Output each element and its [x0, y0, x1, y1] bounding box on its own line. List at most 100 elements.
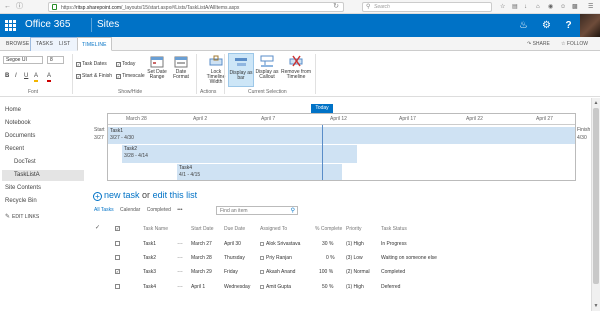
- timescale-checkbox[interactable]: ✓ Timescale: [116, 73, 145, 80]
- page-scrollbar[interactable]: ▲ ▼: [591, 98, 600, 311]
- date-format-button[interactable]: Date Format: [168, 53, 194, 87]
- font-color-button[interactable]: A: [47, 72, 52, 82]
- reload-icon[interactable]: ↻: [333, 3, 339, 11]
- nav-doctest[interactable]: DocTest: [14, 158, 36, 166]
- nav-site-contents[interactable]: Site Contents: [5, 184, 41, 192]
- pocket-icon[interactable]: ◉: [548, 3, 553, 11]
- assigned-to[interactable]: Amit Gupta: [260, 283, 291, 291]
- star-icon[interactable]: ☆: [500, 3, 505, 11]
- nav-notebook[interactable]: Notebook: [5, 119, 31, 127]
- smiley-icon[interactable]: ☺: [560, 3, 566, 11]
- address-bar[interactable]: https://ritsp.sharepoint.com/_layouts/15…: [48, 2, 344, 12]
- more-views-button[interactable]: •••: [177, 207, 182, 213]
- assigned-to[interactable]: Alok Srivastava: [260, 240, 300, 248]
- scroll-up-icon[interactable]: ▲: [592, 99, 600, 107]
- column-percent-complete[interactable]: % Complete: [315, 225, 342, 233]
- callout-display-icon: [260, 55, 274, 67]
- start-date: March 29: [191, 269, 212, 275]
- timeline-task-bar[interactable]: Task4 4/1 - 4/15: [177, 164, 342, 180]
- lock-timeline-width-button[interactable]: Lock Timeline Width: [201, 53, 231, 87]
- highlight-button[interactable]: A: [34, 72, 39, 82]
- row-checkbox[interactable]: [115, 284, 120, 289]
- presence-icon: [260, 241, 264, 246]
- row-menu-ellipsis-icon[interactable]: …: [177, 253, 184, 261]
- group-font-label: Font: [28, 89, 39, 95]
- display-as-callout-button[interactable]: Display as Callout: [254, 53, 280, 87]
- set-date-range-button[interactable]: Set Date Range: [144, 53, 170, 87]
- user-avatar[interactable]: [580, 14, 600, 37]
- home-icon[interactable]: ⌂: [536, 3, 540, 11]
- column-due-date[interactable]: Due Date: [224, 225, 245, 233]
- tab-timeline[interactable]: TIMELINE: [77, 37, 112, 51]
- menu-icon[interactable]: ☰: [588, 3, 593, 11]
- scrollbar-thumb[interactable]: [593, 108, 599, 284]
- new-task-link[interactable]: + new task or edit this list: [93, 190, 197, 201]
- view-all-tasks[interactable]: All Tasks: [94, 207, 114, 213]
- find-item-input[interactable]: [217, 207, 287, 214]
- view-completed[interactable]: Completed: [147, 207, 171, 213]
- italic-button[interactable]: I: [15, 72, 17, 80]
- today-line: [322, 125, 323, 180]
- timeline-task-bar[interactable]: Task1 3/27 - 4/30: [108, 127, 575, 144]
- font-size-select[interactable]: 8: [47, 56, 64, 64]
- timeline-date: April 27: [536, 116, 553, 122]
- nav-recent[interactable]: Recent: [5, 145, 24, 153]
- bold-button[interactable]: B: [5, 72, 9, 80]
- today-checkbox[interactable]: ✓ Today: [116, 61, 135, 68]
- row-menu-ellipsis-icon[interactable]: …: [177, 282, 184, 290]
- column-task-status[interactable]: Task Status: [381, 225, 407, 233]
- timeline-date: April 7: [261, 116, 276, 122]
- browser-search-box[interactable]: ⚲ Search: [362, 2, 492, 12]
- app-launcher-icon[interactable]: [5, 20, 16, 31]
- nav-documents[interactable]: Documents: [5, 132, 35, 140]
- start-finish-checkbox[interactable]: ✓ Start & Finish: [76, 73, 112, 80]
- nav-recycle-bin[interactable]: Recycle Bin: [5, 197, 37, 205]
- edit-links[interactable]: ✎ EDIT LINKS: [5, 213, 39, 221]
- settings-gear-icon[interactable]: ⚙: [535, 14, 558, 37]
- column-assigned-to[interactable]: Assigned To: [260, 225, 287, 233]
- search-icon[interactable]: ⚲: [291, 207, 295, 215]
- scroll-down-icon[interactable]: ▼: [592, 302, 600, 310]
- task-dates-checkbox[interactable]: ✓ Task Dates: [76, 61, 107, 68]
- tab-tasks[interactable]: TASKS: [36, 40, 53, 48]
- assigned-to[interactable]: Priy Ranjan: [260, 254, 292, 262]
- task-name[interactable]: Task2: [143, 254, 156, 262]
- font-name-select[interactable]: Segoe UI: [3, 56, 43, 64]
- nav-tasklista[interactable]: TaskListA: [2, 170, 84, 181]
- row-checkbox[interactable]: [115, 255, 120, 260]
- tab-list[interactable]: LIST: [59, 40, 70, 48]
- back-arrow-icon[interactable]: ←: [4, 3, 11, 11]
- view-calendar[interactable]: Calendar: [120, 207, 140, 213]
- help-icon[interactable]: ?: [557, 14, 580, 37]
- sites-link[interactable]: Sites: [97, 18, 119, 32]
- percent-complete: 100 %: [319, 269, 334, 275]
- office365-brand[interactable]: Office 365: [25, 18, 70, 32]
- row-checkbox[interactable]: ✓: [115, 269, 120, 274]
- timeline-task-name: Task2: [124, 146, 138, 152]
- row-menu-ellipsis-icon[interactable]: …: [177, 239, 184, 247]
- notification-bell-icon[interactable]: ♨: [512, 14, 535, 37]
- follow-button[interactable]: ☆ FOLLOW: [561, 41, 588, 47]
- task-name[interactable]: Task1: [143, 240, 156, 248]
- share-button[interactable]: ↷ SHARE: [527, 41, 550, 47]
- underline-button[interactable]: U: [24, 72, 28, 80]
- tab-browse[interactable]: BROWSE: [6, 40, 29, 48]
- download-icon[interactable]: ↓: [524, 3, 527, 11]
- column-task-name[interactable]: Task Name: [143, 225, 168, 233]
- info-icon[interactable]: ⓘ: [16, 3, 23, 11]
- edit-list-link[interactable]: edit this list: [153, 190, 198, 200]
- extension-icon[interactable]: ▩: [572, 3, 578, 11]
- task-name[interactable]: Task3: [143, 268, 156, 276]
- reading-list-icon[interactable]: ▤: [512, 3, 518, 11]
- display-as-bar-button[interactable]: Display as bar: [228, 53, 254, 87]
- select-all-checkbox[interactable]: ✓: [115, 226, 120, 231]
- nav-home[interactable]: Home: [5, 106, 21, 114]
- timeline-panel[interactable]: March 28 April 2 April 7 April 12 April …: [107, 113, 576, 181]
- row-menu-ellipsis-icon[interactable]: …: [177, 267, 184, 275]
- row-checkbox[interactable]: [115, 241, 120, 246]
- task-name[interactable]: Task4: [143, 283, 156, 291]
- column-start-date[interactable]: Start Date: [191, 225, 214, 233]
- assigned-to[interactable]: Akash Anand: [260, 268, 295, 276]
- remove-from-timeline-button[interactable]: Remove from Timeline: [281, 53, 311, 87]
- column-priority[interactable]: Priority: [346, 225, 362, 233]
